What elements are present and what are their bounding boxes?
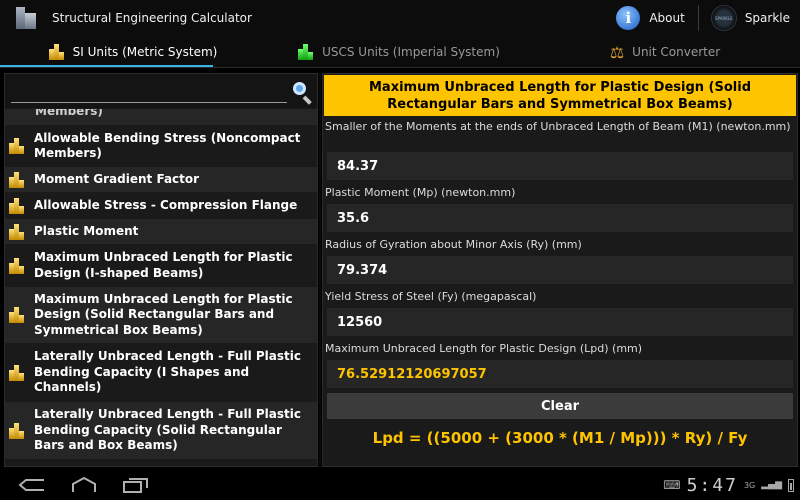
tab-si-units[interactable]: SI Units (Metric System): [0, 36, 266, 68]
field-label-result: Maximum Unbraced Length for Plastic Desi…: [325, 342, 643, 355]
list-item-label: Members): [35, 108, 103, 118]
list-item[interactable]: Moment Gradient Factor: [5, 166, 317, 192]
gold-bars-icon: [48, 44, 65, 60]
scale-icon: ⚖: [609, 42, 625, 62]
list-item-label: Plastic Moment: [34, 223, 139, 238]
sparkle-button[interactable]: Sparkle: [745, 11, 790, 25]
gold-bars-icon: [9, 197, 25, 214]
list-item-label: Maximum Unbraced Length for Plastic Desi…: [34, 250, 293, 280]
result-output[interactable]: [327, 360, 793, 388]
app-title: Structural Engineering Calculator: [52, 11, 252, 25]
gold-bars-icon: [9, 364, 25, 381]
network-type: 3G: [743, 480, 756, 490]
field-label-ry: Radius of Gyration about Minor Axis (Ry)…: [325, 238, 582, 251]
tab-unit-converter[interactable]: ⚖ Unit Converter: [532, 36, 798, 68]
about-button[interactable]: About: [649, 11, 684, 25]
gold-bars-icon: [9, 257, 25, 274]
gold-bars-icon: [9, 138, 25, 154]
form-title: Maximum Unbraced Length for Plastic Desi…: [324, 75, 796, 116]
tab-uscs-units[interactable]: USCS Units (Imperial System): [266, 36, 532, 68]
list-item-label: Laterally Unbraced Length - Full Plastic…: [34, 407, 301, 453]
tabs-divider: [0, 67, 800, 68]
app-buildings-icon: [14, 5, 38, 31]
mp-input[interactable]: [327, 204, 793, 232]
search-icon[interactable]: [291, 80, 315, 105]
formula-text: Lpd = ((5000 + (3000 * (M1 / Mp))) * Ry)…: [372, 429, 748, 447]
list-item[interactable]: Members): [5, 108, 317, 125]
tab-label: Unit Converter: [632, 45, 721, 59]
gold-bars-icon: [9, 422, 25, 439]
keyboard-icon[interactable]: ⌨: [663, 478, 680, 492]
field-label-mp: Plastic Moment (Mp) (newton.mm): [325, 186, 516, 199]
battery-icon: [788, 478, 794, 492]
info-icon[interactable]: i: [616, 6, 641, 30]
title-divider: [697, 5, 699, 31]
green-bars-icon: [298, 44, 314, 60]
list-item-label: Moment Gradient Factor: [34, 171, 200, 186]
fy-input[interactable]: [327, 308, 793, 336]
signal-icon: ▂▄▆: [761, 480, 782, 490]
list-item-label: Laterally Unbraced Length - Full Plastic…: [34, 349, 301, 395]
search-bar: [5, 74, 317, 108]
home-icon[interactable]: [64, 472, 104, 498]
gold-bars-icon: [9, 307, 25, 323]
gold-bars-icon: [9, 223, 25, 240]
clock[interactable]: 5:47: [687, 475, 738, 496]
calculator-panel: Maximum Unbraced Length for Plastic Desi…: [322, 73, 798, 467]
tab-label: SI Units (Metric System): [72, 45, 218, 59]
list-item[interactable]: Maximum Unbraced Length for Plastic Desi…: [5, 286, 317, 343]
list-item[interactable]: Plastic Moment: [5, 218, 317, 244]
list-item[interactable]: Allowable Stress - Compression Flange: [5, 192, 317, 218]
list-item[interactable]: Allowable Bending Stress (Noncompact Mem…: [5, 125, 317, 166]
list-item[interactable]: Laterally Unbraced Length - Full Plastic…: [5, 401, 317, 459]
list-item-label: Allowable Stress - Compression Flange: [34, 197, 298, 212]
field-label-fy: Yield Stress of Steel (Fy) (megapascal): [325, 290, 537, 303]
list-item[interactable]: Laterally Unbraced Length - Full Plastic…: [5, 343, 317, 401]
list-item[interactable]: Maximum Unbraced Length for Plastic Desi…: [5, 244, 317, 286]
list-item-label: Allowable Bending Stress (Noncompact Mem…: [34, 130, 301, 161]
gold-bars-icon: [9, 171, 25, 188]
title-bar: Structural Engineering Calculator i Abou…: [0, 0, 800, 36]
clear-button[interactable]: Clear: [327, 393, 793, 419]
field-label-m1: Smaller of the Moments at the ends of Un…: [325, 120, 791, 133]
unit-tabs: SI Units (Metric System) USCS Units (Imp…: [0, 36, 800, 68]
formula-list-panel: Members) Allowable Bending Stress (Nonco…: [4, 73, 318, 467]
system-bar: ⌨ 5:47 3G ▂▄▆: [0, 470, 800, 500]
ry-input[interactable]: [327, 256, 793, 284]
tab-label: USCS Units (Imperial System): [322, 45, 500, 59]
search-input[interactable]: [11, 79, 287, 103]
recent-apps-icon[interactable]: [116, 472, 156, 498]
m1-input[interactable]: [327, 152, 793, 180]
panel-separator: [319, 73, 321, 467]
formula-list[interactable]: Members) Allowable Bending Stress (Nonco…: [5, 108, 317, 459]
sparkle-logo-text: SPARKLE: [715, 15, 733, 21]
list-item-label: Maximum Unbraced Length for Plastic Desi…: [34, 291, 293, 337]
back-icon[interactable]: [12, 472, 52, 498]
sparkle-logo-icon[interactable]: SPARKLE: [710, 5, 737, 31]
